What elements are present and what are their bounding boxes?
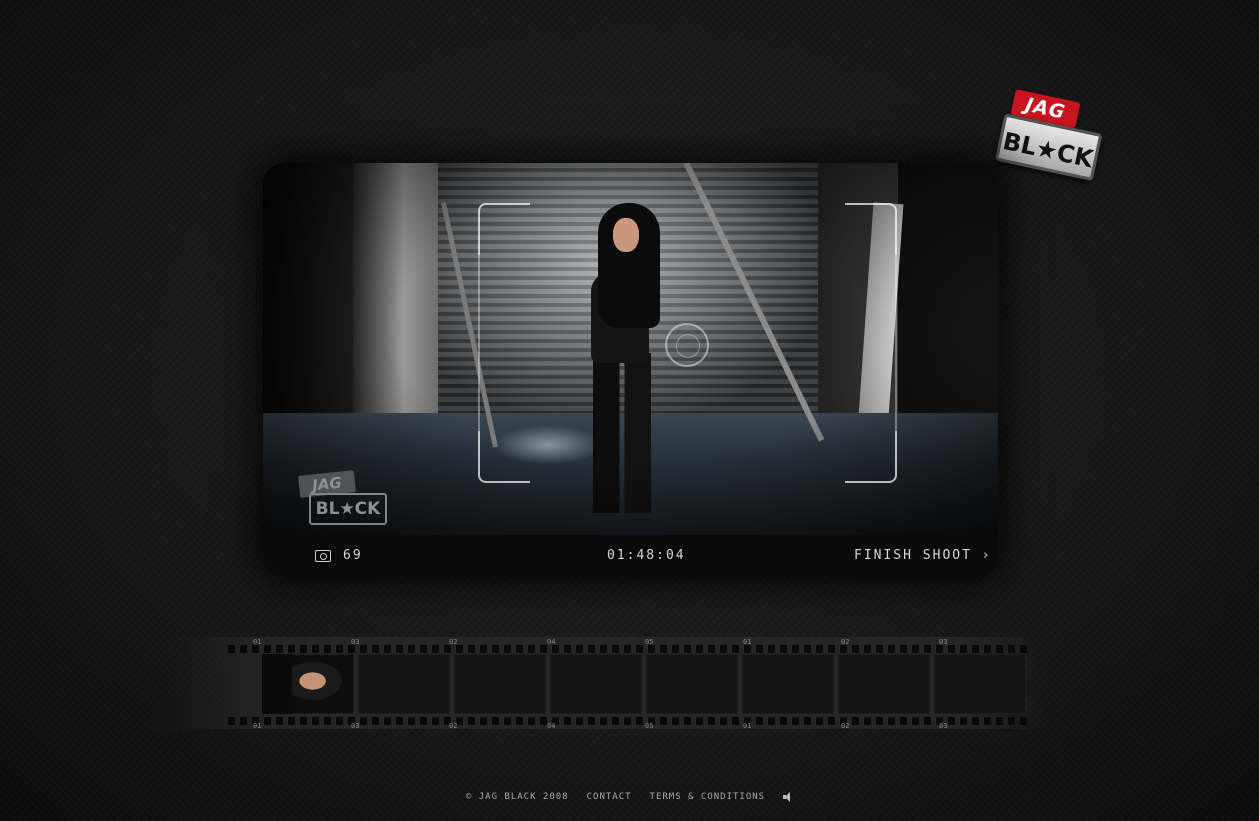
- copyright-text: © JAG BLACK 2008: [465, 792, 569, 802]
- footer: © JAG BLACK 2008 CONTACT TERMS & CONDITI…: [0, 792, 1259, 802]
- speaker-icon[interactable]: [783, 792, 793, 802]
- video-frame[interactable]: JAG BL★CK: [263, 163, 998, 535]
- watermark-black: BL★CK: [309, 493, 387, 525]
- terms-link[interactable]: TERMS & CONDITIONS: [650, 792, 766, 802]
- timecode: 01:48:04: [607, 548, 686, 563]
- brand-logo-black: BL★CK: [994, 113, 1103, 182]
- film-label: 02: [841, 722, 850, 730]
- film-label: 01: [253, 722, 262, 730]
- brand-logo[interactable]: JAG BL★CK: [992, 88, 1114, 194]
- film-label: 05: [645, 722, 654, 730]
- viewfinder-edge-right: [895, 255, 897, 431]
- film-perforations-top: [228, 645, 1028, 653]
- film-label: 04: [547, 722, 556, 730]
- focus-target-icon: [665, 323, 709, 367]
- viewfinder-corner-bottom-right: [845, 431, 897, 483]
- shots-count: 69: [343, 548, 363, 563]
- film-frame-empty[interactable]: [646, 654, 738, 714]
- film-frame-empty[interactable]: [550, 654, 642, 714]
- film-label: 02: [449, 722, 458, 730]
- contact-link[interactable]: CONTACT: [587, 792, 632, 802]
- viewfinder-corner-top-right: [845, 203, 897, 255]
- film-label: 01: [743, 722, 752, 730]
- finish-shoot-button[interactable]: FINISH SHOOT ›: [854, 548, 992, 563]
- film-strip[interactable]: 01 03 02 04 05 01 02 03 01 03 02 04 05 0…: [168, 637, 1048, 730]
- film-frames: [262, 654, 1026, 714]
- film-label: 03: [939, 722, 948, 730]
- film-frame-empty[interactable]: [358, 654, 450, 714]
- viewfinder-edge-left: [478, 255, 480, 431]
- viewer-controls: 69 01:48:04 FINISH SHOOT ›: [263, 535, 998, 577]
- film-frame-empty[interactable]: [742, 654, 834, 714]
- viewfinder-corner-bottom-left: [478, 431, 530, 483]
- viewfinder-corner-top-left: [478, 203, 530, 255]
- shots-counter: 69: [315, 548, 363, 563]
- film-frame-empty[interactable]: [838, 654, 930, 714]
- film-label: 03: [351, 722, 360, 730]
- film-frame-empty[interactable]: [454, 654, 546, 714]
- camera-viewer[interactable]: JAG BL★CK 69 01:48:04 FINISH SHOOT ›: [263, 163, 998, 577]
- video-watermark-logo: JAG BL★CK: [298, 470, 389, 525]
- camera-icon: [315, 549, 331, 562]
- film-frame-empty[interactable]: [934, 654, 1026, 714]
- film-frame-thumbnail[interactable]: [262, 654, 354, 714]
- film-labels-bottom: 01 03 02 04 05 01 02 03: [253, 722, 1043, 730]
